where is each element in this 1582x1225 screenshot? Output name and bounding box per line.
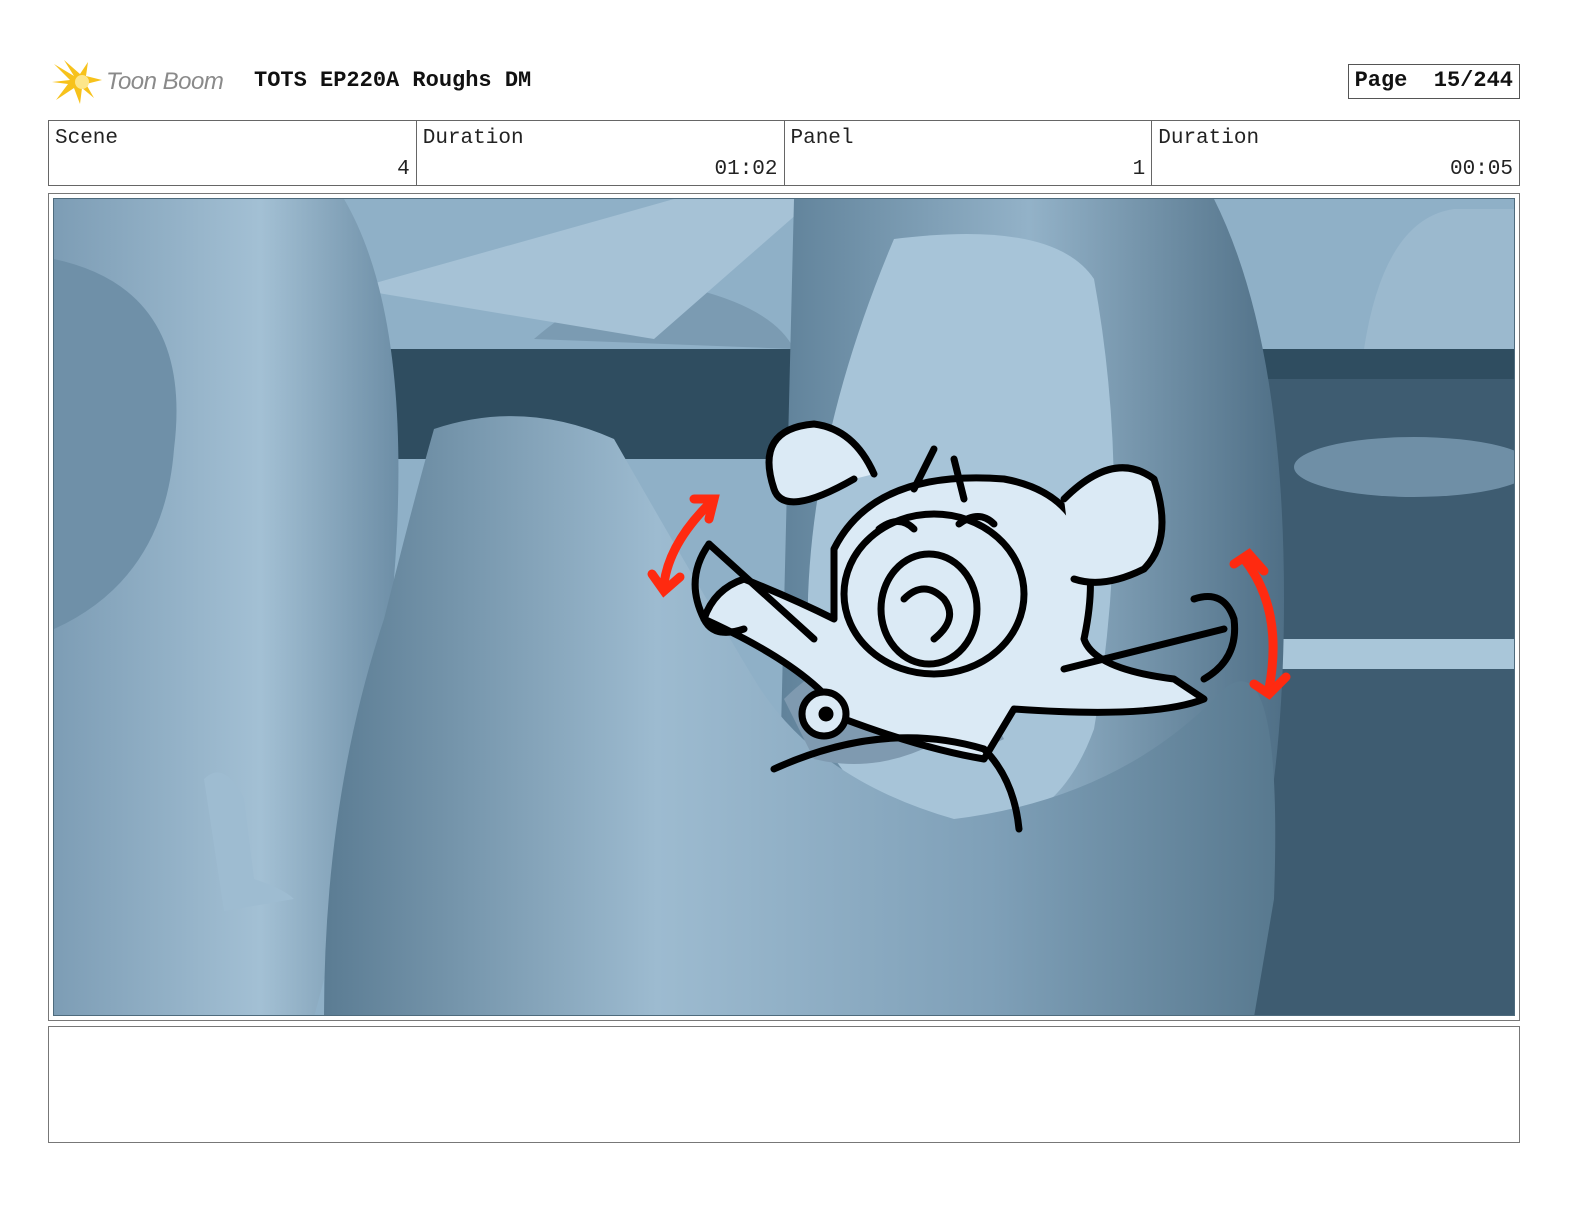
storyboard-panel [48,193,1520,1021]
scene-duration-cell: Duration 01:02 [417,121,785,185]
page-number: 15/244 [1433,68,1513,93]
background-rail [1254,639,1514,669]
panel-notes-box[interactable] [48,1026,1520,1143]
burst-star-icon [52,60,102,104]
scene-label: Scene [55,127,119,150]
panel-duration-label: Duration [1158,127,1260,150]
toon-boom-logo: Toon Boom [50,58,240,106]
panel-cell: Panel 1 [785,121,1153,185]
scene-duration-label: Duration [422,127,524,150]
panel-duration-cell: Duration 00:05 [1152,121,1519,185]
page-counter: Page 15/244 [1347,64,1520,99]
document-title: TOTS EP220A Roughs DM [254,68,532,93]
panel-illustration [54,199,1514,1015]
panel-duration-value: 00:05 [1449,158,1513,181]
logo-text: Toon Boom [106,68,224,95]
storyboard-header: Toon Boom TOTS EP220A Roughs DM Page 15/… [48,56,1522,108]
scene-duration-value: 01:02 [714,158,778,181]
page-label: Page [1354,68,1408,93]
scene-value: 4 [397,158,410,181]
scene-info-table: Scene 4 Duration 01:02 Panel 1 Duration … [48,120,1520,186]
panel-value: 1 [1132,158,1146,181]
panel-artwork [53,198,1515,1016]
panel-label: Panel [790,127,854,150]
scene-cell: Scene 4 [49,121,417,185]
